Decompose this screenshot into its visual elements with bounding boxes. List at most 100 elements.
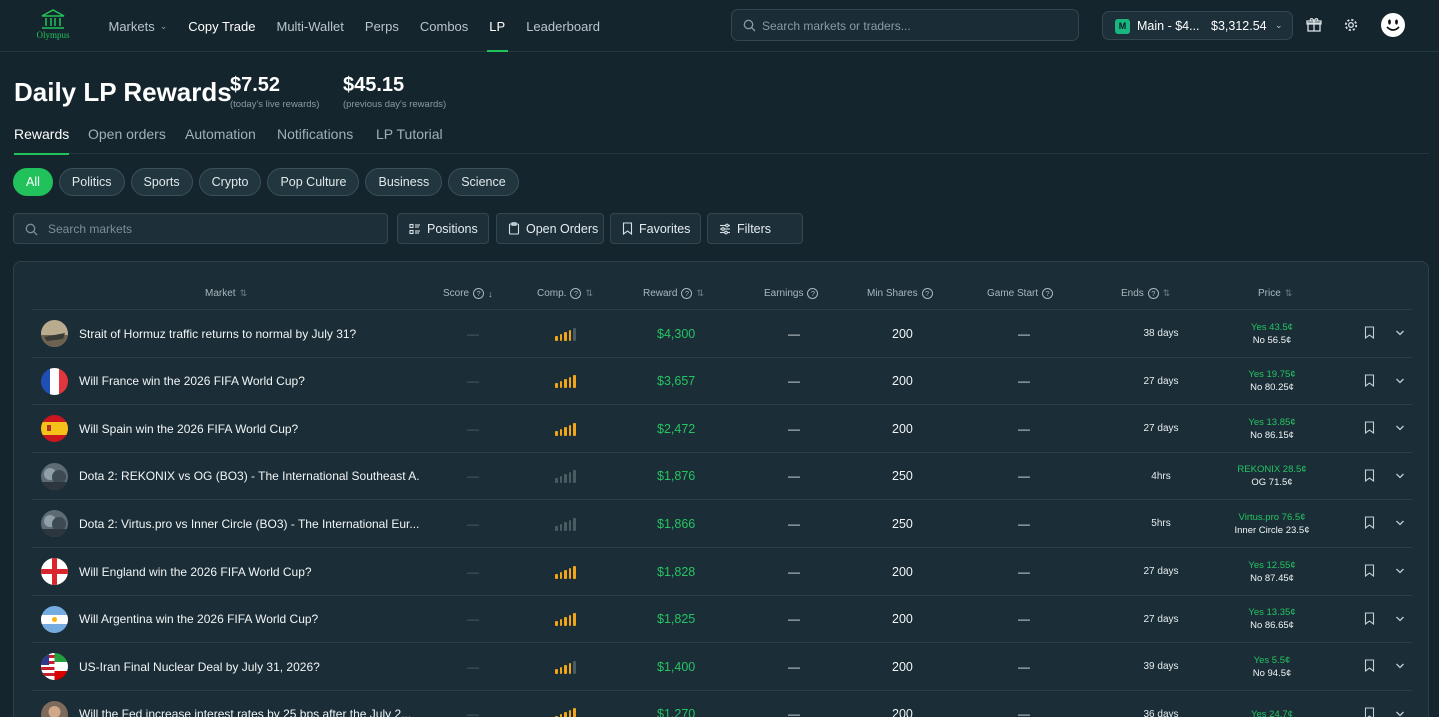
- tab-notifications[interactable]: Notifications: [277, 126, 353, 154]
- column-market[interactable]: Market ⇅: [205, 288, 247, 299]
- market-name[interactable]: Dota 2: Virtus.pro vs Inner Circle (BO3)…: [79, 500, 419, 547]
- column-label: Reward: [643, 288, 678, 299]
- comp-bar: [555, 668, 558, 674]
- chevron-down-icon[interactable]: [1395, 615, 1405, 623]
- nav-multi-wallet[interactable]: Multi-Wallet: [266, 0, 354, 52]
- table-row[interactable]: Will England win the 2026 FIFA World Cup…: [32, 547, 1412, 595]
- comp-bar: [573, 565, 576, 579]
- min-shares-value: 200: [892, 421, 913, 436]
- market-name[interactable]: Strait of Hormuz traffic returns to norm…: [79, 310, 356, 357]
- open-orders-button[interactable]: Open Orders: [496, 213, 604, 244]
- min-shares-value: 200: [892, 374, 913, 389]
- help-icon[interactable]: ?: [921, 288, 933, 299]
- category-crypto[interactable]: Crypto: [198, 168, 262, 196]
- gift-icon[interactable]: [1306, 17, 1322, 33]
- help-icon[interactable]: ?: [807, 288, 819, 299]
- favorites-label: Favorites: [639, 221, 691, 236]
- market-name[interactable]: Will the Fed increase interest rates by …: [79, 691, 411, 717]
- filters-button[interactable]: Filters: [707, 213, 803, 244]
- chevron-down-icon[interactable]: [1395, 424, 1405, 432]
- comp-bar: [568, 424, 572, 436]
- market-name[interactable]: Will Argentina win the 2026 FIFA World C…: [79, 596, 318, 643]
- tab-lp-tutorial[interactable]: LP Tutorial: [376, 126, 443, 154]
- chevron-down-icon[interactable]: [1395, 662, 1405, 670]
- nav-markets[interactable]: Markets ⌄: [98, 0, 178, 52]
- nav-leaderboard[interactable]: Leaderboard: [516, 0, 611, 52]
- global-search-input[interactable]: [762, 17, 1062, 35]
- column-earnings[interactable]: Earnings?: [764, 288, 819, 299]
- table-row[interactable]: Strait of Hormuz traffic returns to norm…: [32, 309, 1412, 357]
- nav-label: Combos: [419, 18, 469, 34]
- ends-value: 4hrs: [1151, 470, 1171, 482]
- column-score[interactable]: Score? ↓: [443, 288, 493, 299]
- category-sports[interactable]: Sports: [130, 168, 193, 196]
- market-name[interactable]: US-Iran Final Nuclear Deal by July 31, 2…: [79, 643, 320, 690]
- column-game-start[interactable]: Game Start?: [987, 288, 1054, 299]
- reward-value: $1,270: [657, 707, 696, 717]
- category-all[interactable]: All: [13, 168, 53, 196]
- olympus-logo[interactable]: Olympus: [30, 8, 76, 42]
- table-row[interactable]: Will Spain win the 2026 FIFA World Cup? —…: [32, 404, 1412, 452]
- help-icon[interactable]: ?: [1042, 288, 1054, 299]
- favorites-button[interactable]: Favorites: [610, 213, 701, 244]
- nav-combos[interactable]: Combos: [409, 0, 478, 52]
- chevron-down-icon[interactable]: [1395, 377, 1405, 385]
- chevron-down-icon[interactable]: [1395, 519, 1405, 527]
- wallet-selector[interactable]: M Main - $4... $3,312.54 ⌄: [1102, 11, 1293, 40]
- nav-lp[interactable]: LP: [479, 0, 516, 52]
- game-start-value: —: [1018, 374, 1030, 389]
- chevron-down-icon[interactable]: [1395, 710, 1405, 717]
- bookmark-icon[interactable]: [1364, 326, 1375, 339]
- nav-perps[interactable]: Perps: [354, 0, 409, 52]
- help-icon[interactable]: ?: [473, 288, 485, 299]
- help-icon[interactable]: ?: [1147, 288, 1159, 299]
- tab-automation[interactable]: Automation: [185, 126, 256, 154]
- market-name[interactable]: Will Spain win the 2026 FIFA World Cup?: [79, 405, 298, 452]
- table-row[interactable]: Will France win the 2026 FIFA World Cup?…: [32, 356, 1412, 405]
- earnings-value: —: [788, 707, 800, 717]
- table-row[interactable]: Will Argentina win the 2026 FIFA World C…: [32, 594, 1412, 643]
- comp-bar: [555, 621, 558, 627]
- price-cell: Yes 19.75¢ No 80.25¢: [1222, 358, 1322, 405]
- bookmark-icon[interactable]: [1364, 421, 1375, 435]
- bookmark-icon[interactable]: [1364, 564, 1375, 577]
- help-icon[interactable]: ?: [570, 288, 582, 299]
- table-row[interactable]: Will the Fed increase interest rates by …: [32, 689, 1412, 717]
- gear-icon[interactable]: [1343, 17, 1359, 33]
- market-search-input[interactable]: [48, 220, 368, 238]
- bookmark-icon[interactable]: [1364, 659, 1375, 673]
- market-name[interactable]: Dota 2: REKONIX vs OG (BO3) - The Intern…: [79, 453, 419, 500]
- market-name[interactable]: Will France win the 2026 FIFA World Cup?: [79, 358, 305, 405]
- category-science[interactable]: Science: [448, 168, 519, 196]
- bookmark-icon[interactable]: [1364, 612, 1375, 625]
- table-row[interactable]: Dota 2: Virtus.pro vs Inner Circle (BO3)…: [32, 499, 1412, 547]
- nav-copy-trade[interactable]: Copy Trade: [178, 0, 266, 52]
- price-secondary: No 94.5¢: [1252, 667, 1292, 679]
- chevron-down-icon[interactable]: [1395, 472, 1405, 480]
- positions-button[interactable]: Positions: [397, 213, 489, 244]
- comp-bar: [573, 660, 576, 674]
- tab-rewards[interactable]: Rewards: [14, 126, 70, 155]
- column-min-shares[interactable]: Min Shares?: [867, 288, 933, 299]
- column-ends[interactable]: Ends? ⇅: [1121, 288, 1170, 299]
- bookmark-icon[interactable]: [1364, 707, 1375, 717]
- column-reward[interactable]: Reward? ⇅: [643, 288, 704, 299]
- bookmark-icon[interactable]: [1364, 516, 1375, 530]
- bookmark-icon[interactable]: [1364, 469, 1375, 482]
- category-pop-culture[interactable]: Pop Culture: [267, 168, 360, 196]
- category-politics[interactable]: Politics: [58, 168, 125, 196]
- wallet-name: Main - $4...: [1137, 19, 1200, 33]
- tab-open-orders[interactable]: Open orders: [88, 126, 166, 154]
- price-secondary: No 56.5¢: [1252, 334, 1292, 346]
- bookmark-icon[interactable]: [1364, 374, 1375, 387]
- column-price[interactable]: Price ⇅: [1258, 288, 1292, 299]
- chevron-down-icon[interactable]: [1395, 567, 1405, 575]
- help-icon[interactable]: ?: [681, 288, 693, 299]
- column-comp[interactable]: Comp.? ⇅: [537, 288, 593, 299]
- table-row[interactable]: US-Iran Final Nuclear Deal by July 31, 2…: [32, 642, 1412, 690]
- market-name[interactable]: Will England win the 2026 FIFA World Cup…: [79, 548, 312, 595]
- table-row[interactable]: Dota 2: REKONIX vs OG (BO3) - The Intern…: [32, 451, 1412, 500]
- chevron-down-icon[interactable]: [1395, 329, 1405, 337]
- avatar[interactable]: [1381, 13, 1405, 37]
- category-business[interactable]: Business: [365, 168, 443, 196]
